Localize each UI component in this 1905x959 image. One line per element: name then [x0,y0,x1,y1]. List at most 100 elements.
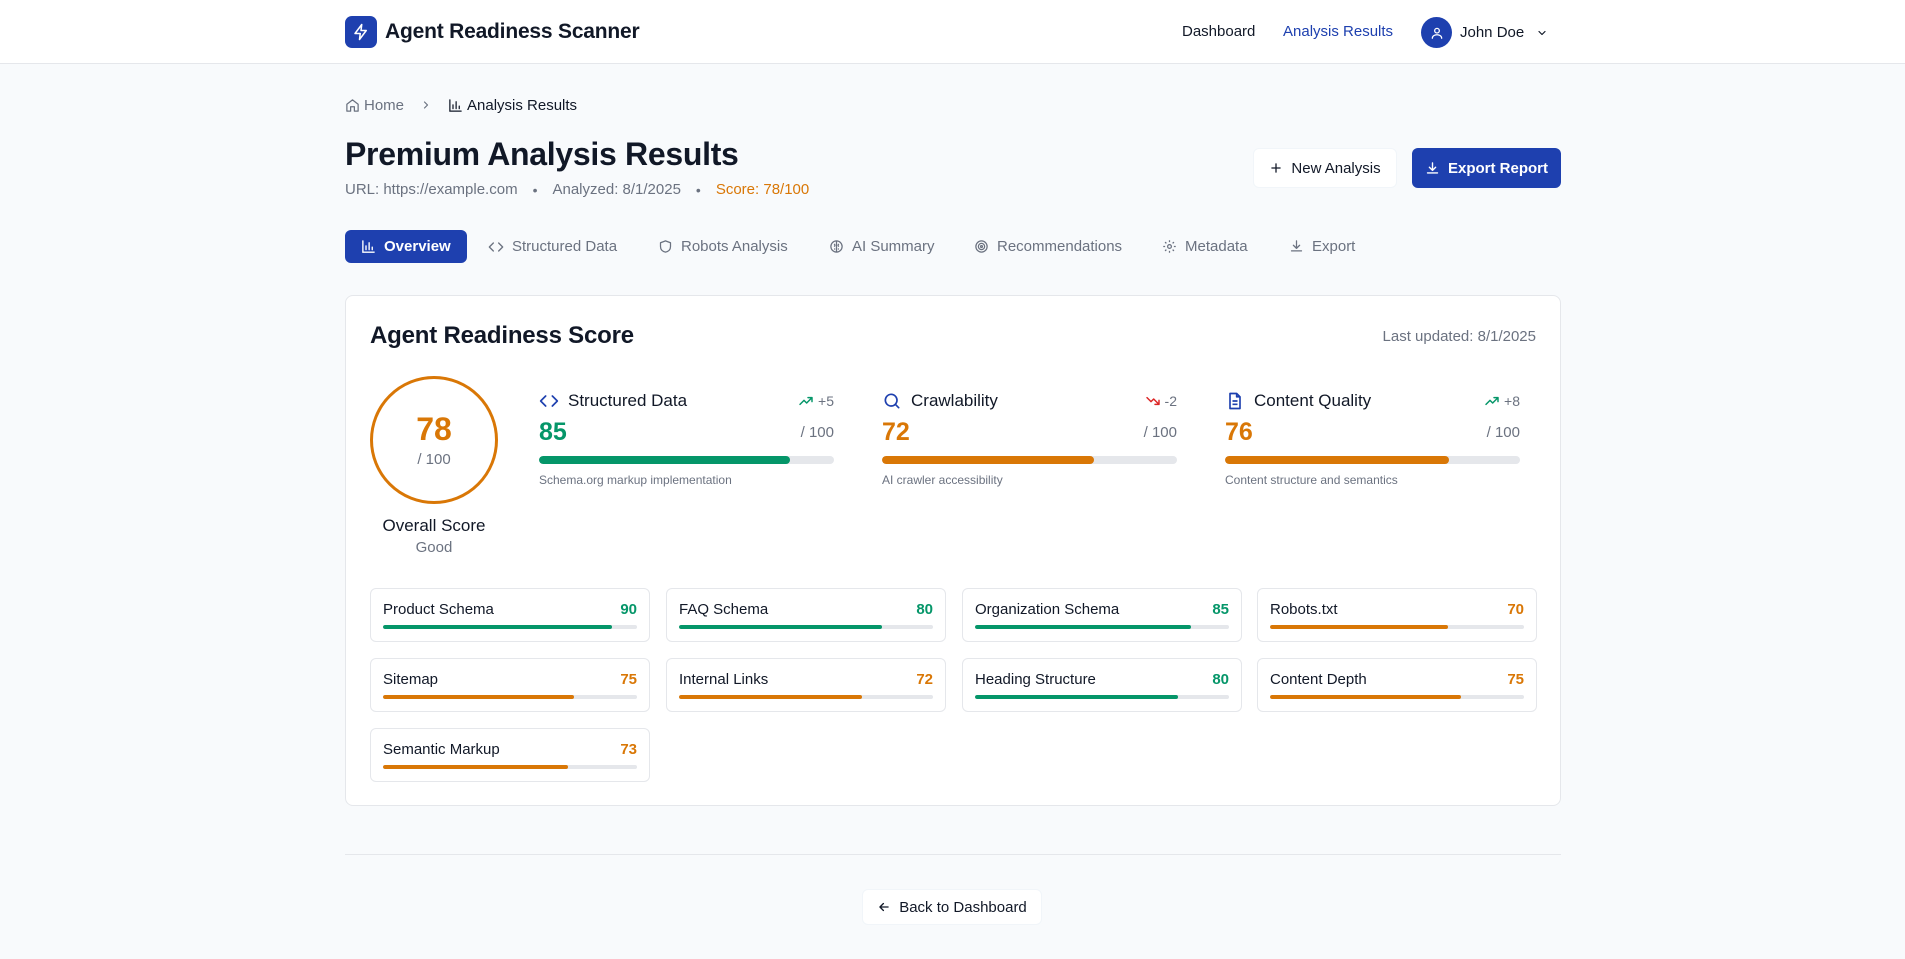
subscore-internal-links: Internal Links 72 [666,658,946,712]
metric-value: 72 [882,418,910,446]
subscore-name: Robots.txt [1270,601,1338,618]
subscore-value: 75 [620,671,637,688]
subscore-progress-bar [383,695,637,699]
nav-link-dashboard[interactable]: Dashboard [1182,23,1255,40]
tab-metadata[interactable]: Metadata [1146,230,1264,263]
search-icon [882,391,902,411]
metric-content-quality: Content Quality +8 76 / 100 Content stru… [1225,391,1520,491]
subscore-name: Semantic Markup [383,741,500,758]
new-analysis-button[interactable]: New Analysis [1253,148,1397,188]
page-title: Premium Analysis Results [345,136,739,172]
export-report-label: Export Report [1447,159,1548,177]
metric-progress-fill [882,456,1095,464]
user-menu[interactable]: John Doe [1421,17,1548,48]
subscore-value: 90 [620,601,637,618]
metric-delta-value: +5 [818,393,834,409]
subscore-progress-fill [383,625,612,629]
tab-ai-summary[interactable]: AI Summary [813,230,951,263]
metric-crawlability: Crawlability -2 72 / 100 AI crawler acce… [882,391,1177,491]
subscore-value: 80 [1212,671,1229,688]
subscore-progress-bar [975,695,1229,699]
metric-max: / 100 [1486,424,1520,441]
back-to-dashboard-button[interactable]: Back to Dashboard [862,889,1042,925]
subscore-progress-fill [1270,695,1461,699]
subscore-progress-bar [679,625,933,629]
brain-icon [829,239,844,254]
bar-chart-icon [448,98,463,113]
subscore-sitemap: Sitemap 75 [370,658,650,712]
subscore-progress-bar [975,625,1229,629]
metric-description: AI crawler accessibility [882,473,1003,487]
analysis-url: URL: https://example.com [345,181,518,198]
subscore-name: Internal Links [679,671,769,688]
breadcrumb-home[interactable]: Home [345,97,404,114]
metric-name: Content Quality [1254,391,1372,410]
download-icon [1425,161,1440,176]
trending-up-icon [798,393,814,409]
user-name: John Doe [1460,24,1525,41]
subscore-progress-fill [383,695,574,699]
document-icon [1225,391,1245,411]
tab-overview[interactable]: Overview [345,230,467,263]
tab-robots-analysis-label: Robots Analysis [681,238,788,255]
subscore-name: FAQ Schema [679,601,769,618]
tab-recommendations[interactable]: Recommendations [958,230,1138,263]
brand-name: Agent Readiness Scanner [385,20,640,43]
tab-robots-analysis[interactable]: Robots Analysis [642,230,804,263]
subscore-progress-bar [1270,695,1524,699]
trending-up-icon [1484,393,1500,409]
breadcrumb-current: Analysis Results [448,97,577,114]
overall-score-status: Good [415,539,453,556]
subscore-progress-bar [383,625,637,629]
meta-separator: • [695,181,701,198]
footer-divider [345,854,1561,855]
subscore-name: Organization Schema [975,601,1120,618]
shield-icon [658,239,673,254]
arrow-left-icon [877,900,891,914]
subscore-value: 85 [1212,601,1229,618]
subscore-progress-fill [975,625,1191,629]
home-icon [345,98,360,113]
overall-score-value: 78 [416,410,452,447]
metric-progress-fill [1225,456,1450,464]
subscore-progress-bar [679,695,933,699]
tab-structured-data-label: Structured Data [512,238,618,255]
metric-value: 85 [539,418,567,446]
metric-delta-value: +8 [1504,393,1520,409]
subscore-value: 73 [620,741,637,758]
chevron-down-icon [1536,27,1548,39]
subscore-progress-bar [383,765,637,769]
lightning-bolt-icon [345,16,377,48]
chevron-right-icon [420,99,432,111]
metric-progress-bar [1225,456,1520,464]
gear-icon [1162,239,1177,254]
subscore-value: 72 [916,671,933,688]
analysis-date: Analyzed: 8/1/2025 [552,181,681,198]
subscore-value: 70 [1507,601,1524,618]
metric-delta: -2 [1145,393,1177,409]
subscore-progress-fill [975,695,1179,699]
subscore-name: Heading Structure [975,671,1096,688]
metric-value: 76 [1225,418,1253,446]
metric-max: / 100 [1143,424,1177,441]
tab-overview-label: Overview [384,238,451,255]
tab-recommendations-label: Recommendations [997,238,1123,255]
nav-link-analysis-results[interactable]: Analysis Results [1283,23,1393,40]
subscore-semantic-markup: Semantic Markup 73 [370,728,650,782]
code-icon [488,239,504,255]
new-analysis-label: New Analysis [1291,159,1381,177]
subscore-progress-fill [1270,625,1448,629]
subscore-progress-fill [679,625,883,629]
agent-readiness-card: Agent Readiness Score Last updated: 8/1/… [345,295,1561,806]
subscore-value: 80 [916,601,933,618]
analysis-meta: URL: https://example.com • Analyzed: 8/1… [345,181,809,198]
brand-home-link[interactable]: Agent Readiness Scanner [345,16,640,48]
metric-delta-value: -2 [1164,393,1177,409]
subscore-name: Content Depth [1270,671,1367,688]
export-report-button[interactable]: Export Report [1412,148,1561,188]
back-to-dashboard-label: Back to Dashboard [899,898,1027,916]
tab-export[interactable]: Export [1273,230,1371,263]
plus-icon [1269,161,1283,175]
metric-delta: +8 [1484,393,1520,409]
tab-structured-data[interactable]: Structured Data [472,230,633,263]
